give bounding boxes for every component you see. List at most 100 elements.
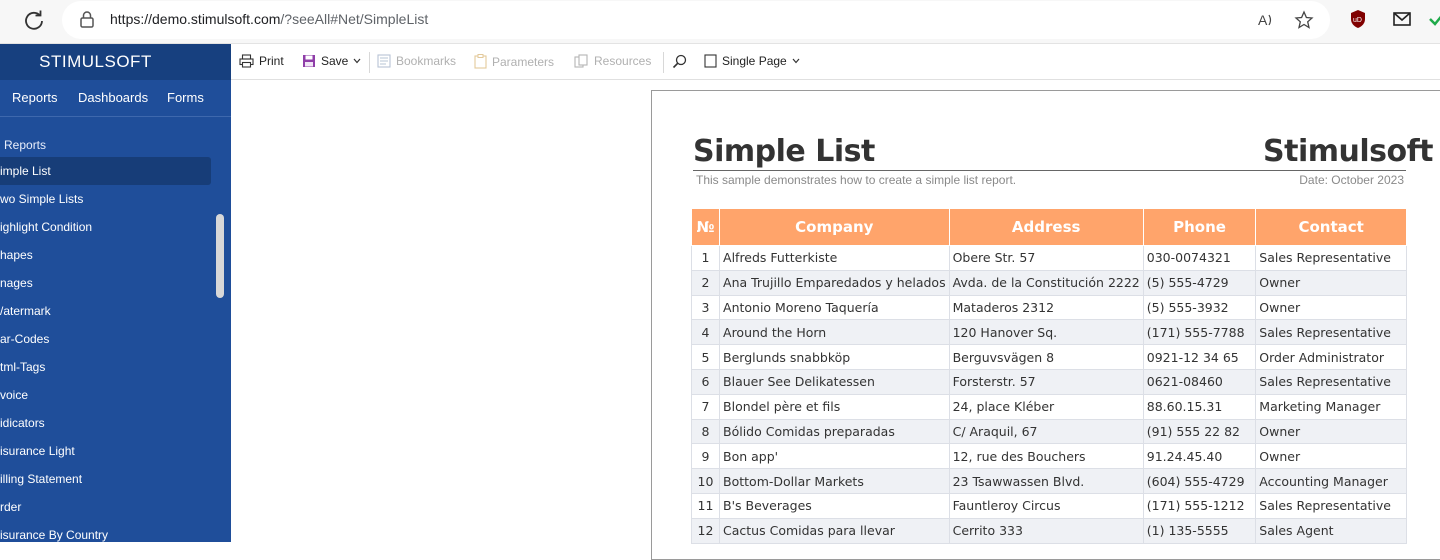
nav-dashboards[interactable]: Dashboards — [78, 90, 148, 105]
tree-group-reports[interactable]: Reports — [4, 138, 46, 152]
cell-number: 4 — [690, 319, 721, 346]
print-label: Print — [259, 54, 284, 68]
cell-number: 3 — [690, 294, 721, 321]
cell-phone: 0921-12 34 65 — [1142, 344, 1257, 370]
cell-phone: (604) 555-4729 — [1142, 468, 1257, 494]
cell-company: Ana Trujillo Emparedados y helados — [719, 269, 950, 296]
ublock-extension-icon[interactable]: uD — [1348, 9, 1368, 29]
tree-item-images[interactable]: nages — [0, 269, 33, 297]
save-label: Save — [321, 54, 349, 68]
tree-item-insurance-light[interactable]: isurance Light — [0, 437, 75, 465]
parameters-icon — [474, 54, 487, 69]
read-aloud-icon[interactable]: A — [1256, 10, 1276, 30]
resources-button[interactable]: Resources — [574, 54, 651, 68]
find-button[interactable] — [672, 54, 687, 69]
tree-item-two-simple-lists[interactable]: wo Simple Lists — [0, 185, 83, 213]
cell-number: 1 — [690, 245, 721, 271]
sidebar-scrollbar[interactable] — [216, 214, 224, 298]
nav-reports[interactable]: Reports — [12, 90, 58, 105]
resources-label: Resources — [594, 54, 652, 68]
tree-item-order[interactable]: rder — [0, 493, 21, 521]
column-header-phone: Phone — [1142, 208, 1257, 246]
sidebar: STIMULSOFT Reports Dashboards Forms Repo… — [0, 44, 231, 542]
view-mode-label: Single Page — [722, 54, 787, 68]
cell-number: 10 — [690, 468, 721, 494]
brand-name: STIMULSOFT — [39, 52, 152, 71]
cell-phone: (171) 555-7788 — [1142, 319, 1257, 346]
printer-icon — [239, 54, 254, 68]
check-extension-icon[interactable] — [1428, 9, 1440, 29]
tree-item-simple-list[interactable]: imple List — [0, 157, 211, 185]
table-row: 4 Around the Horn 120 Hanover Sq. (171) 555… — [690, 319, 1407, 346]
tree-item-indicators[interactable]: idicators — [0, 409, 45, 437]
tree-item-billing-statement[interactable]: illing Statement — [0, 465, 82, 493]
cell-contact: Sales Representative — [1255, 245, 1407, 271]
cell-address: C/ Araquil, 67 — [948, 418, 1144, 445]
address-bar[interactable]: https://demo.stimulsoft.com/?seeAll#Net/… — [62, 1, 1330, 39]
tree-item-html-tags[interactable]: tml-Tags — [0, 353, 45, 381]
report-page: Simple List Stimulsoft This sample demon… — [651, 90, 1440, 560]
cell-phone: (91) 555 22 82 — [1142, 418, 1257, 445]
chevron-down-icon — [792, 58, 800, 64]
bookmarks-button[interactable]: Bookmarks — [377, 54, 456, 68]
tree-item-watermark[interactable]: /atermark — [0, 297, 51, 325]
parameters-button[interactable]: Parameters — [474, 54, 554, 69]
column-header-number: № — [690, 208, 721, 246]
save-button[interactable]: Save — [302, 54, 361, 68]
bookmarks-icon — [377, 54, 391, 68]
svg-text:uD: uD — [1353, 17, 1362, 24]
nav-forms[interactable]: Forms — [167, 90, 204, 105]
cell-contact: Owner — [1255, 418, 1407, 445]
cell-phone: 030-0074321 — [1142, 245, 1257, 271]
table-row: 3 Antonio Moreno Taquería Mataderos 2312 (5… — [690, 294, 1407, 321]
cell-number: 5 — [690, 344, 721, 370]
table-row: 9 Bon app' 12, rue des Bouchers 91.24.45.40… — [690, 443, 1407, 470]
cell-company: Berglunds snabbköp — [719, 344, 950, 370]
tree-item-bar-codes[interactable]: ar-Codes — [0, 325, 49, 353]
sidebar-top-nav: Reports Dashboards Forms — [0, 80, 231, 117]
cell-contact: Accounting Manager — [1255, 468, 1407, 494]
cell-address: Forsterstr. 57 — [948, 368, 1144, 395]
column-header-company: Company — [719, 208, 950, 246]
cell-company: Blauer See Delikatessen — [719, 368, 950, 395]
tree-item-highlight-condition[interactable]: ighlight Condition — [0, 213, 92, 241]
table-row: 12 Cactus Comidas para llevar Cerrito 333(… — [690, 517, 1407, 544]
cell-contact: Sales Representative — [1255, 492, 1407, 519]
mail-extension-icon[interactable] — [1392, 9, 1412, 29]
table-body: 1 Alfreds Futterkiste Obere Str. 57 030-007… — [690, 245, 1407, 544]
cell-address: 120 Hanover Sq. — [948, 319, 1144, 346]
tree-item-insurance-by-country[interactable]: isurance By Country — [0, 521, 108, 542]
print-button[interactable]: Print — [239, 54, 284, 68]
table-row: 6 Blauer See Delikatessen Forsterstr. 57 06… — [690, 368, 1407, 395]
cell-number: 2 — [690, 269, 721, 296]
table-row: 10 Bottom-Dollar Markets 23 Tsawwassen Blv… — [690, 468, 1407, 494]
cell-company: Cactus Comidas para llevar — [719, 517, 950, 544]
tree-item-shapes[interactable]: hapes — [0, 241, 33, 269]
svg-text:A: A — [1258, 12, 1268, 28]
table-header-row: № Company Address Phone Contact — [690, 208, 1407, 246]
report-subtitle: This sample demonstrates how to create a… — [696, 173, 1017, 187]
favorite-star-icon[interactable] — [1294, 10, 1314, 30]
url-text[interactable]: https://demo.stimulsoft.com/?seeAll#Net/… — [110, 11, 428, 27]
cell-number: 9 — [690, 443, 721, 470]
lock-icon[interactable] — [80, 11, 94, 28]
cell-address: Avda. de la Constitución 2222 — [948, 269, 1144, 296]
parameters-label: Parameters — [492, 54, 555, 69]
cell-contact: Sales Representative — [1255, 368, 1407, 395]
report-brand: Stimulsoft — [1263, 134, 1434, 169]
cell-phone: (5) 555-4729 — [1142, 269, 1257, 296]
table-row: 7 Blondel père et fils 24, place Kléber 88.… — [690, 393, 1407, 420]
cell-contact: Sales Agent — [1255, 517, 1407, 544]
sidebar-brand[interactable]: STIMULSOFT — [0, 44, 231, 80]
cell-contact: Sales Representative — [1255, 319, 1407, 346]
cell-company: Bon app' — [719, 443, 950, 470]
reload-icon[interactable] — [22, 9, 46, 33]
table-row: 11 B's Beverages Fauntleroy Circus (171) 55… — [690, 492, 1407, 519]
tree-item-invoice[interactable]: voice — [0, 381, 28, 409]
cell-contact: Owner — [1255, 269, 1407, 296]
chevron-down-icon — [353, 58, 361, 64]
cell-number: 7 — [690, 393, 721, 420]
toolbar-divider — [369, 52, 370, 73]
view-mode-button[interactable]: Single Page — [704, 54, 800, 68]
cell-company: Around the Horn — [719, 319, 950, 346]
